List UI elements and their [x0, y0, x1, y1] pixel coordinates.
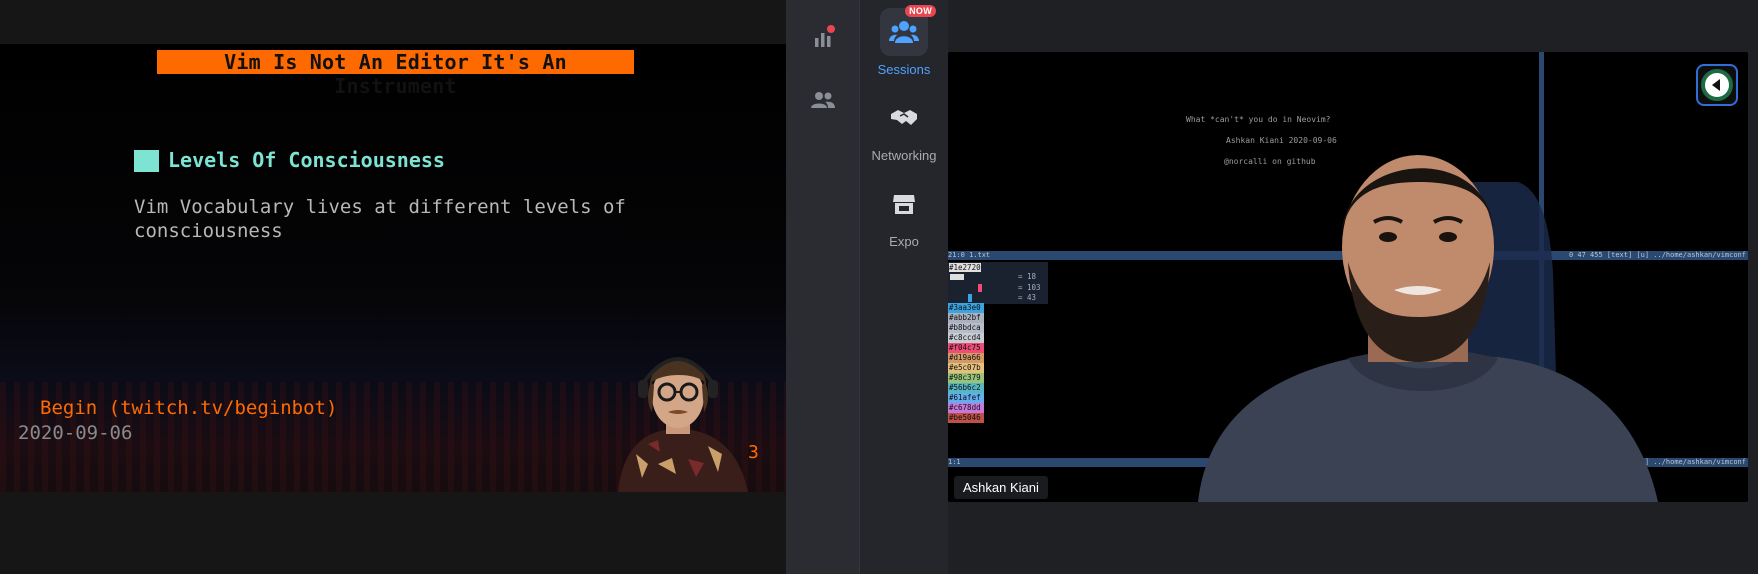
nav-label-expo: Expo — [889, 234, 919, 249]
color-picker: #1e2720 = 18 = 103 = 43 — [948, 262, 1048, 304]
now-badge: NOW — [905, 5, 936, 17]
status-bottom-left: 1:1 — [948, 458, 961, 466]
speaker-video: What *can't* you do in Neovim? Ashkan Ki… — [948, 52, 1748, 502]
slide-body-line-2: consciousness — [134, 220, 283, 242]
handshake-icon — [880, 94, 928, 142]
stream-caption: Begin (twitch.tv/beginbot) — [40, 397, 338, 419]
color-swatch: #98c379 — [948, 373, 984, 383]
presenter-webcam — [618, 357, 748, 492]
picker-bar-r — [950, 274, 964, 280]
speaker-name-tag: Ashkan Kiani — [954, 476, 1048, 499]
nav-label-sessions: Sessions — [877, 62, 931, 77]
status-top-left: 21:0 1.txt — [948, 251, 991, 259]
slide-body: Vim Vocabulary lives at different levels… — [134, 195, 654, 243]
sessions-icon: NOW — [880, 5, 936, 56]
slide-title: Vim Is Not An Editor It's An Instrument — [157, 50, 634, 98]
nav-item-sessions[interactable]: NOW Sessions — [860, 5, 948, 77]
picker-hex: #1e2720 — [949, 263, 981, 272]
icon-rail — [786, 0, 860, 574]
booth-icon — [880, 180, 928, 228]
color-swatch: #e5c07b — [948, 363, 984, 373]
color-swatch: #56b6c2 — [948, 383, 984, 393]
color-swatch: #c8ccd4 — [948, 333, 984, 343]
color-swatch: #b8bdca — [948, 323, 984, 333]
swatch-list: #3aa3e0 #abb2bf #b8bdca #c8ccd4 #f04c75 #d19a… — [948, 303, 984, 423]
picker-value-g: = 103 — [1018, 283, 1041, 292]
presentation-video: Vim Is Not An Editor It's An Instrument … — [0, 0, 786, 574]
stream-number: 3 — [748, 442, 759, 463]
color-swatch: #d19a66 — [948, 353, 984, 363]
speaker-audio-icon — [1701, 69, 1733, 101]
speaker-webcam — [1198, 155, 1658, 502]
picker-value-r: = 18 — [1018, 272, 1037, 281]
nav-item-expo[interactable]: Expo — [860, 180, 948, 249]
color-swatch: #3aa3e0 — [948, 303, 984, 313]
bullet-marker — [134, 150, 159, 172]
slide-body-line-1: Vim Vocabulary lives at different levels… — [134, 196, 626, 218]
slide-heading: Levels Of Consciousness — [168, 148, 445, 172]
color-swatch: #c678dd — [948, 403, 984, 413]
people-icon[interactable] — [808, 86, 838, 116]
nav-label-networking: Networking — [871, 148, 937, 163]
audio-toggle-button[interactable] — [1696, 64, 1738, 106]
color-swatch: #be5046 — [948, 413, 984, 423]
stream-date: 2020-09-06 — [18, 422, 133, 444]
picker-bar-b — [968, 294, 972, 302]
picker-bar-g — [978, 284, 982, 292]
color-swatch: #f04c75 — [948, 343, 984, 353]
picker-value-b: = 43 — [1018, 293, 1037, 302]
speaker-area: What *can't* you do in Neovim? Ashkan Ki… — [948, 0, 1758, 574]
event-nav: NOW Sessions Networking Expo — [860, 0, 948, 574]
nav-item-networking[interactable]: Networking — [860, 94, 948, 163]
color-swatch: #abb2bf — [948, 313, 984, 323]
color-swatch: #61afef — [948, 393, 984, 403]
stats-icon[interactable] — [808, 22, 838, 52]
